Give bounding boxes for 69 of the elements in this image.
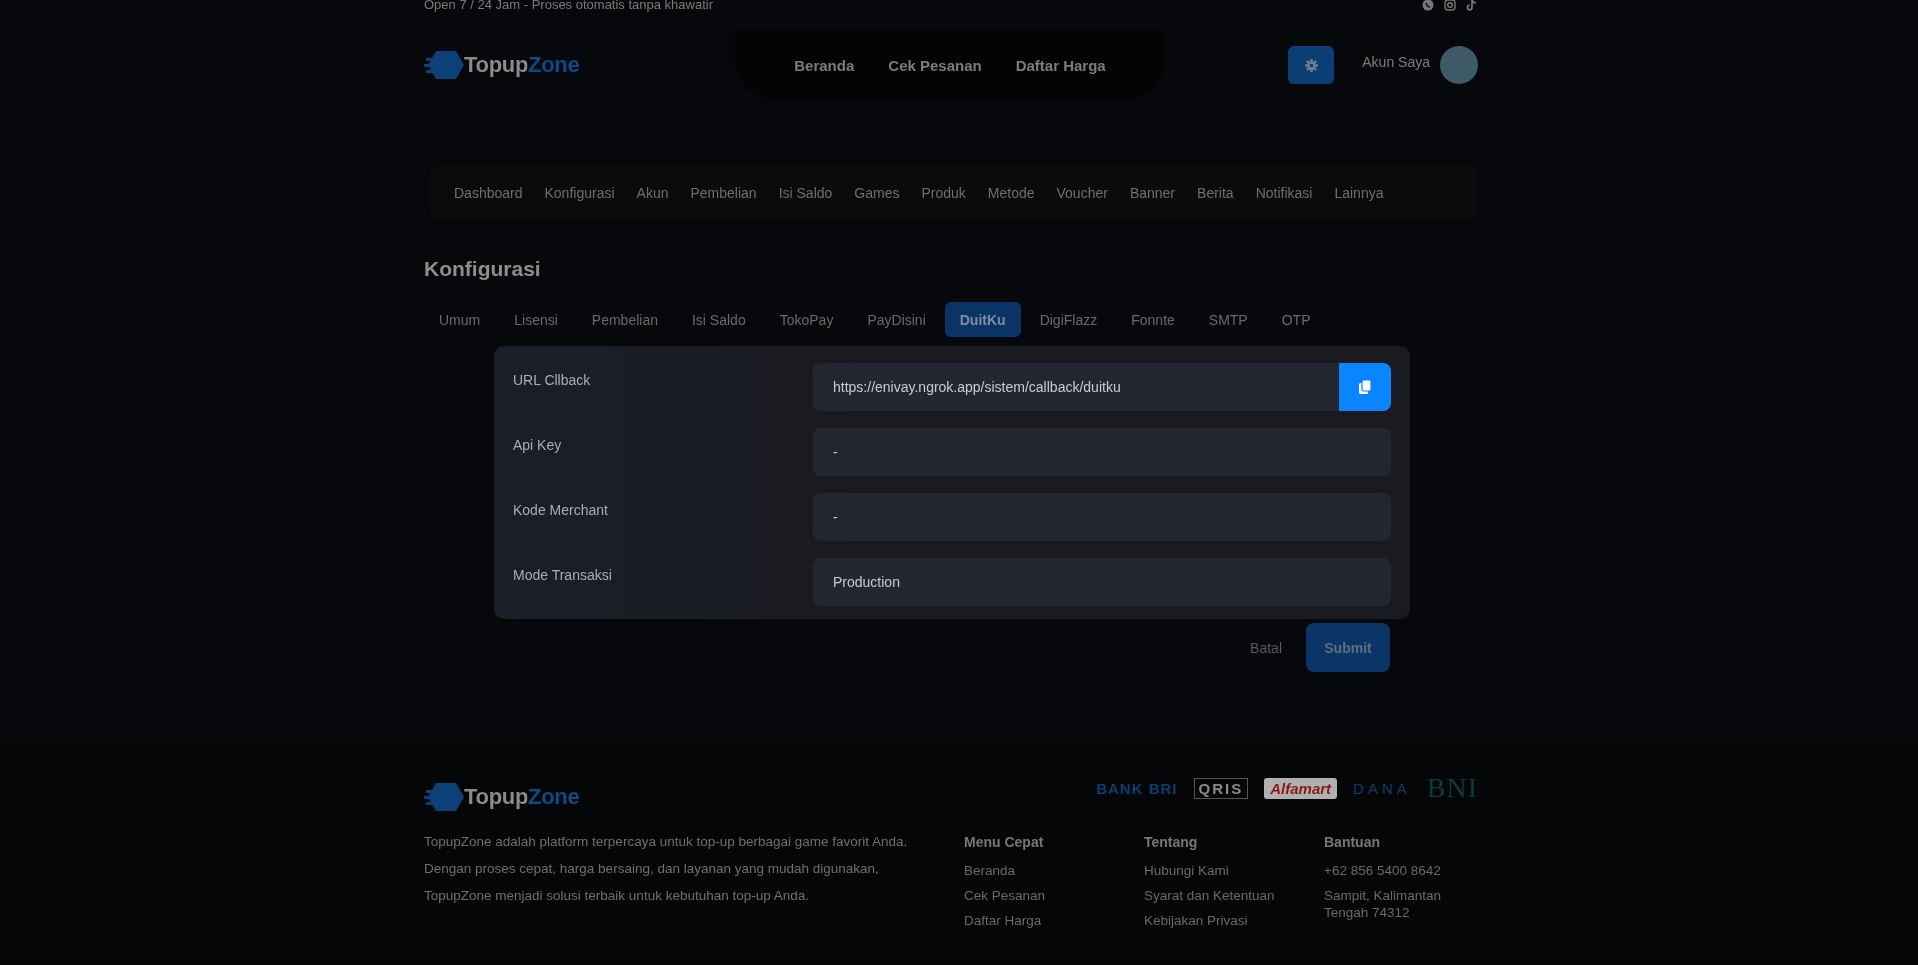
logo-mark-icon: [424, 781, 464, 813]
settings-tab[interactable]: Pembelian: [576, 302, 673, 337]
instagram-icon[interactable]: [1444, 0, 1456, 11]
brand-logo[interactable]: TopupZone: [424, 780, 580, 814]
logo-mark-icon: [424, 49, 464, 81]
business-hours-text: Open 7 / 24 Jam - Proses otomatis tanpa khawatir: [424, 0, 714, 12]
settings-button[interactable]: [1288, 46, 1335, 84]
copy-button[interactable]: [1339, 363, 1391, 411]
submit-button[interactable]: Submit: [1306, 623, 1390, 672]
payment-logo: BANK BRI: [1096, 779, 1178, 797]
settings-tab[interactable]: Lisensi: [499, 302, 573, 337]
footer-heading: Tentang: [1144, 834, 1199, 850]
field-label: Api Key: [513, 436, 563, 455]
input-field[interactable]: -: [813, 428, 1391, 476]
footer-link[interactable]: Cek Pesanan: [964, 887, 1144, 904]
settings-tab[interactable]: SMTP: [1193, 302, 1263, 337]
admin-menu-item[interactable]: Konfigurasi: [544, 184, 615, 201]
payment-logo: QRIS: [1193, 777, 1249, 799]
admin-menu-item[interactable]: Notifikasi: [1255, 184, 1313, 201]
admin-menu-item[interactable]: Lainnya: [1334, 184, 1384, 201]
page-title: Konfigurasi: [424, 256, 542, 282]
settings-tab[interactable]: DigiFlazz: [1024, 302, 1113, 337]
settings-tab[interactable]: Umum: [424, 302, 496, 337]
settings-tab[interactable]: DuitKu: [944, 302, 1021, 337]
admin-menu-item[interactable]: Games: [854, 184, 900, 201]
cancel-button[interactable]: Batal: [1244, 638, 1288, 657]
admin-menu-item[interactable]: Akun: [636, 184, 669, 201]
brand-logo[interactable]: TopupZone: [424, 48, 580, 82]
settings-tab[interactable]: Fonnte: [1116, 302, 1190, 337]
field-label: Kode Merchant: [513, 501, 609, 520]
field-label: URL Cllback: [513, 371, 592, 390]
footer-link[interactable]: Syarat dan Ketentuan: [1144, 887, 1324, 904]
input-field[interactable]: https://enivay.ngrok.app/sistem/callback/duitku: [813, 363, 1391, 411]
footer-link[interactable]: Daftar Harga: [964, 912, 1144, 929]
settings-tab[interactable]: Isi Saldo: [677, 302, 761, 337]
footer-heading: Menu Cepat: [964, 834, 1045, 850]
admin-menu-item[interactable]: Dashboard: [454, 184, 523, 201]
settings-icon: [1304, 58, 1318, 72]
footer-link[interactable]: Hubungi Kami: [1144, 862, 1324, 879]
input-field[interactable]: -: [813, 493, 1391, 541]
footer-description: TopupZone adalah platform terpercaya untuk top-up berbagai game favorit Anda. Dengan proses cepat, harga bersaing, dan layanan yang mudah digunakan, TopupZone menjadi solusi terbaik untuk kebutuhan top-up Anda.: [424, 833, 909, 905]
footer-link[interactable]: +62 856 5400 8642: [1324, 862, 1474, 879]
nav-link[interactable]: Cek Pesanan: [888, 56, 982, 74]
tiktok-icon[interactable]: [1466, 0, 1478, 11]
footer-link[interactable]: Sampit, Kalimantan Tengah 74312: [1324, 887, 1474, 921]
settings-tab[interactable]: PayDisini: [852, 302, 941, 337]
admin-menu-item[interactable]: Pembelian: [690, 184, 757, 201]
field-label: Mode Transaksi: [513, 566, 613, 585]
payment-logo: DANA: [1353, 779, 1411, 797]
avatar-placeholder[interactable]: [1440, 46, 1478, 84]
footer-heading: Bantuan: [1324, 834, 1381, 850]
account-link[interactable]: Akun Saya: [1362, 54, 1430, 70]
whatsapp-icon[interactable]: [1422, 0, 1434, 11]
admin-menu-item[interactable]: Voucher: [1056, 184, 1108, 201]
input-field[interactable]: Production: [813, 558, 1391, 606]
nav-link[interactable]: Daftar Harga: [1015, 56, 1106, 74]
footer-link[interactable]: Beranda: [964, 862, 1144, 879]
nav-link[interactable]: Beranda: [794, 56, 855, 74]
admin-menu-item[interactable]: Metode: [987, 184, 1035, 201]
admin-menu-item[interactable]: Berita: [1197, 184, 1234, 201]
copy-icon: [1359, 380, 1371, 394]
settings-tab[interactable]: OTP: [1266, 302, 1326, 337]
admin-menu-item[interactable]: Isi Saldo: [778, 184, 833, 201]
footer-link[interactable]: Kebijakan Privasi: [1144, 912, 1324, 929]
admin-menu-item[interactable]: Banner: [1129, 184, 1176, 201]
admin-menu-item[interactable]: Produk: [921, 184, 966, 201]
payment-logo: BNI: [1426, 775, 1478, 801]
payment-logo: Alfamart: [1264, 777, 1338, 799]
settings-tab[interactable]: TokoPay: [764, 302, 849, 337]
